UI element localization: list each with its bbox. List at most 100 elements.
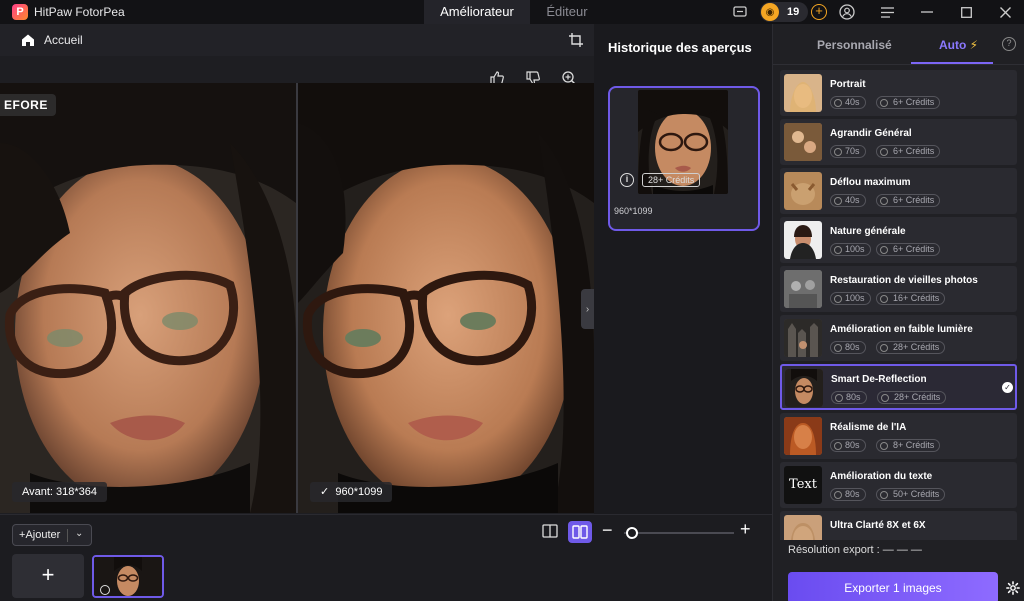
export-resolution: Résolution export : — — —	[788, 544, 922, 556]
check-icon: ✓	[320, 486, 336, 498]
model-item-max-deblur[interactable]: Déflou maximum 40s 6+ Crédits	[780, 168, 1017, 214]
zoom-in-button[interactable]: +	[740, 519, 751, 540]
credits-badge: 16+ Crédits	[876, 292, 946, 305]
model-thumbnail	[784, 417, 822, 455]
zoom-slider[interactable]	[624, 532, 734, 534]
close-icon[interactable]	[996, 3, 1014, 21]
home-bar: Accueil	[0, 24, 594, 56]
credits-badge: 6+ Crédits	[876, 96, 941, 109]
model-item-smart-de-reflection[interactable]: Smart De-Reflection 80s 28+ Crédits ✓	[780, 364, 1017, 410]
home-icon[interactable]	[20, 32, 36, 48]
model-item-portrait[interactable]: Portrait 40s 6+ Crédits	[780, 70, 1017, 116]
model-thumbnail	[784, 270, 822, 308]
workspace: Accueil EFORE Avant: 318*364 ✓ 960*1099 …	[0, 24, 594, 514]
time-badge: 100s	[830, 243, 871, 256]
credits-counter[interactable]: ◉ 19	[760, 2, 808, 22]
model-name: Amélioration en faible lumière	[830, 324, 973, 335]
model-name: Smart De-Reflection	[831, 374, 927, 385]
message-icon[interactable]	[731, 3, 749, 21]
after-size-badge: ✓ 960*1099	[310, 482, 393, 502]
model-item-upscale-general[interactable]: Agrandir Général 70s 6+ Crédits	[780, 119, 1017, 165]
zoom-slider-handle[interactable]	[626, 527, 638, 539]
after-size-label: 960*1099	[335, 486, 383, 498]
model-panel: Personnalisé Auto ⚡ ? Portrait 40s 6+ Cr…	[772, 24, 1024, 601]
model-name: Nature générale	[830, 226, 906, 237]
add-button[interactable]: +Ajouter ⌄	[12, 524, 92, 546]
tab-editor[interactable]: Éditeur	[534, 0, 600, 24]
image-thumbnail[interactable]	[92, 555, 164, 598]
model-item-old-photo-restoration[interactable]: Restauration de vieilles photos 100s 16+…	[780, 266, 1017, 312]
info-icon	[100, 585, 110, 595]
model-item-ultra-clarity[interactable]: Ultra Clarté 8X et 6X	[780, 511, 1017, 540]
credits-count: 19	[787, 6, 800, 18]
side-by-side-icon	[572, 525, 588, 539]
gear-icon[interactable]	[1006, 581, 1020, 595]
bottom-bar: +Ajouter ⌄ + − +	[0, 514, 772, 601]
selected-check-icon: ✓	[1002, 382, 1013, 393]
credits-badge: 28+ Crédits	[877, 391, 947, 404]
divider	[67, 529, 68, 542]
export-button[interactable]: Exporter 1 images	[788, 572, 998, 601]
after-image	[298, 83, 594, 513]
add-button-label: Ajouter	[25, 529, 61, 541]
tab-custom[interactable]: Personnalisé	[817, 38, 892, 52]
crop-icon[interactable]	[568, 32, 584, 48]
divider	[773, 64, 1024, 65]
model-name: Réalisme de l'IA	[830, 422, 907, 433]
history-resolution: 960*1099	[614, 206, 653, 216]
time-badge: 70s	[830, 145, 866, 158]
model-thumbnail	[784, 319, 822, 357]
model-name: Portrait	[830, 79, 866, 90]
model-name: Amélioration du texte	[830, 471, 933, 482]
tab-auto-label: Auto	[939, 38, 967, 52]
title-bar: P HitPaw FotorPea Améliorateur Éditeur ◉…	[0, 0, 1024, 24]
app-logo-icon: P	[12, 4, 28, 20]
before-image	[0, 83, 296, 513]
maximize-icon[interactable]	[957, 3, 975, 21]
credits-badge: 6+ Crédits	[876, 194, 941, 207]
model-thumbnail	[784, 172, 822, 210]
credits-badge: 50+ Crédits	[876, 488, 946, 501]
time-badge: 80s	[830, 341, 866, 354]
menu-icon[interactable]	[878, 3, 896, 21]
split-view-icon[interactable]	[542, 523, 558, 539]
model-name: Restauration de vieilles photos	[830, 275, 978, 286]
export-resolution-value: — — —	[882, 544, 922, 556]
time-badge: 40s	[830, 194, 866, 207]
model-thumbnail	[784, 123, 822, 161]
chevron-down-icon[interactable]: ⌄	[75, 528, 83, 539]
history-panel: Historique des aperçus i 28+ Crédits 960…	[594, 24, 772, 514]
side-by-side-view-button[interactable]	[568, 521, 592, 543]
tab-auto[interactable]: Auto ⚡	[939, 38, 978, 52]
model-item-low-light[interactable]: Amélioration en faible lumière 80s 28+ C…	[780, 315, 1017, 361]
model-name: Déflou maximum	[830, 177, 911, 188]
help-icon[interactable]: ?	[1002, 37, 1016, 51]
model-item-text-enhancement[interactable]: Text Amélioration du texte 80s 50+ Crédi…	[780, 462, 1017, 508]
add-image-button[interactable]: +	[12, 554, 84, 598]
home-link[interactable]: Accueil	[44, 33, 83, 47]
history-title: Historique des aperçus	[608, 40, 752, 55]
model-thumbnail	[784, 221, 822, 259]
model-item-nature[interactable]: Nature générale 100s 6+ Crédits	[780, 217, 1017, 263]
user-icon[interactable]	[838, 3, 856, 21]
tab-enhancer[interactable]: Améliorateur	[424, 0, 530, 24]
time-badge: 80s	[831, 391, 867, 404]
info-icon[interactable]: i	[620, 173, 634, 187]
model-thumbnail	[784, 74, 822, 112]
time-badge: 100s	[830, 292, 871, 305]
coin-icon: ◉	[761, 3, 779, 21]
lightning-icon: ⚡	[969, 38, 979, 52]
model-list: Portrait 40s 6+ Crédits Agrandir Général…	[780, 70, 1017, 540]
credits-badge: 8+ Crédits	[876, 439, 941, 452]
model-item-ai-realism[interactable]: Réalisme de l'IA 80s 8+ Crédits	[780, 413, 1017, 459]
export-resolution-label: Résolution export :	[788, 544, 880, 556]
minimize-icon[interactable]	[918, 3, 936, 21]
add-credits-icon[interactable]: +	[811, 4, 827, 20]
model-name: Ultra Clarté 8X et 6X	[830, 520, 926, 531]
history-card[interactable]: i 28+ Crédits 960*1099	[608, 86, 760, 231]
model-thumbnail	[785, 369, 823, 407]
zoom-out-button[interactable]: −	[602, 520, 613, 541]
history-credits-badge: 28+ Crédits	[642, 173, 701, 187]
app-name: HitPaw FotorPea	[34, 5, 125, 19]
expand-history-handle[interactable]: ›	[581, 289, 594, 329]
